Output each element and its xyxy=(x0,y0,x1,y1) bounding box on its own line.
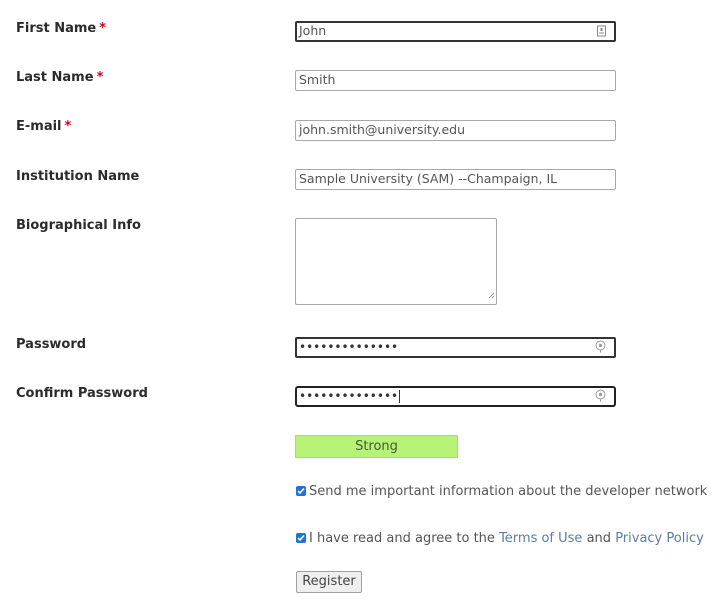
first-name-input[interactable]: John xyxy=(295,21,616,42)
bio-textarea[interactable] xyxy=(295,218,497,305)
password-value: •••••••••••••• xyxy=(299,340,399,354)
last-name-label-text: Last Name xyxy=(16,70,94,85)
text-caret xyxy=(399,390,401,403)
email-value: john.smith@university.edu xyxy=(299,122,465,137)
newsletter-checkbox[interactable] xyxy=(296,486,306,496)
first-name-label-text: First Name xyxy=(16,21,97,36)
last-name-label: Last Name * xyxy=(16,70,103,85)
confirm-password-label: Confirm Password xyxy=(16,386,148,401)
email-label-text: E-mail xyxy=(16,119,62,134)
newsletter-label: Send me important information about the … xyxy=(309,484,708,499)
terms-checkbox[interactable] xyxy=(296,533,306,543)
institution-value: Sample University (SAM) --Champaign, IL xyxy=(299,171,558,186)
terms-of-use-link[interactable]: Terms of Use xyxy=(499,531,582,546)
contact-card-icon[interactable] xyxy=(597,24,606,39)
password-input[interactable]: •••••••••••••• xyxy=(295,337,616,358)
password-label: Password xyxy=(16,337,87,352)
confirm-password-value: •••••••••••••• xyxy=(299,389,399,403)
password-strength-meter: Strong xyxy=(295,435,458,458)
last-name-value: Smith xyxy=(299,72,336,87)
terms-prefix: I have read and agree to the xyxy=(309,531,495,546)
required-mark: * xyxy=(99,21,107,36)
register-button[interactable]: Register xyxy=(296,571,362,593)
newsletter-checkbox-row[interactable]: Send me important information about the … xyxy=(296,484,707,499)
required-mark: * xyxy=(64,119,72,134)
email-label: E-mail * xyxy=(16,119,71,134)
confirm-password-input[interactable]: •••••••••••••• xyxy=(295,386,616,407)
resize-grip-icon[interactable] xyxy=(488,284,495,303)
institution-input[interactable]: Sample University (SAM) --Champaign, IL xyxy=(295,169,616,190)
terms-checkbox-row[interactable]: I have read and agree to the Terms of Us… xyxy=(296,531,704,546)
institution-label: Institution Name xyxy=(16,169,140,184)
password-key-icon[interactable] xyxy=(595,340,606,355)
password-key-icon[interactable] xyxy=(595,389,606,404)
first-name-label: First Name * xyxy=(16,21,106,36)
bio-label: Biographical Info xyxy=(16,218,141,233)
last-name-input[interactable]: Smith xyxy=(295,70,616,91)
required-mark: * xyxy=(96,70,104,85)
first-name-value: John xyxy=(299,23,327,38)
email-input[interactable]: john.smith@university.edu xyxy=(295,120,616,141)
terms-conjunction: and xyxy=(586,531,612,546)
privacy-policy-link[interactable]: Privacy Policy xyxy=(615,531,704,546)
